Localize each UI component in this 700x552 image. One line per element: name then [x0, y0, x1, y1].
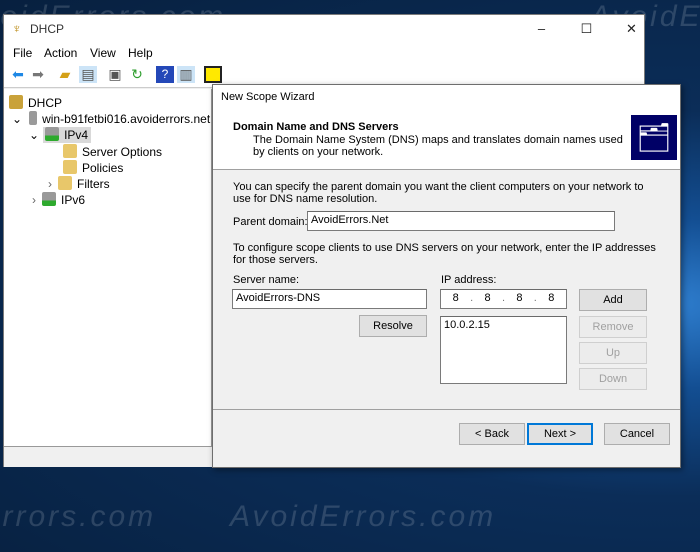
ip-address-list[interactable]: 10.0.2.15	[440, 316, 567, 384]
footer-divider	[213, 409, 680, 410]
ip-list-item[interactable]: 10.0.2.15	[444, 319, 563, 331]
up-button[interactable]: Up	[579, 342, 647, 364]
export-icon[interactable]: ▣	[106, 66, 124, 83]
tree-item-server[interactable]: ⌄ win-b91fetbi016.avoiderrors.net	[12, 111, 210, 126]
watermark: AvoidErrors.com	[230, 500, 497, 533]
dialog-title: New Scope Wizard	[221, 91, 315, 103]
dhcp-icon: ♆	[12, 21, 22, 36]
action-pane-icon[interactable]: ▥	[177, 66, 195, 83]
menu-action[interactable]: Action	[44, 46, 77, 60]
tree-item-filters[interactable]: › Filters	[48, 176, 110, 191]
chevron-down-icon[interactable]: ⌄	[12, 112, 22, 126]
wizard-header: Domain Name and DNS Servers The Domain N…	[213, 109, 680, 170]
server-icon	[29, 111, 38, 125]
menu-bar: File Action View Help	[4, 42, 644, 62]
cancel-button[interactable]: Cancel	[604, 423, 670, 445]
parent-domain-intro: You can specify the parent domain you wa…	[233, 181, 644, 205]
dhcp-icon	[9, 95, 23, 109]
forward-arrow-icon[interactable]: ➡	[29, 66, 47, 83]
menu-view[interactable]: View	[90, 46, 116, 60]
title-bar: ♆ DHCP – ☐ ✕	[4, 15, 644, 42]
parent-domain-label: Parent domain:	[233, 216, 308, 228]
watermark: AvoidErrors.com	[0, 500, 157, 533]
show-hide-tree-icon[interactable]: ▤	[79, 66, 97, 83]
minimize-button[interactable]: –	[519, 15, 564, 42]
ip-address-input[interactable]: 8. 8. 8. 8	[440, 289, 567, 309]
tree-item-ipv6[interactable]: › IPv6	[32, 192, 85, 207]
console-tree: DHCP ⌄ win-b91fetbi016.avoiderrors.net ⌄ I…	[4, 89, 212, 447]
window-title: DHCP	[30, 22, 65, 36]
remove-button[interactable]: Remove	[579, 316, 647, 338]
chevron-down-icon[interactable]: ⌄	[29, 128, 39, 142]
tree-item-ipv4[interactable]: ⌄ IPv4	[29, 127, 92, 143]
chevron-right-icon[interactable]: ›	[48, 177, 52, 191]
next-button[interactable]: Next >	[527, 423, 593, 445]
close-button[interactable]: ✕	[609, 15, 654, 42]
maximize-button[interactable]: ☐	[564, 15, 609, 42]
up-folder-icon[interactable]: ▰	[56, 66, 74, 83]
server-name-label: Server name:	[233, 274, 300, 286]
tree-item-policies[interactable]: Policies	[63, 160, 123, 175]
back-arrow-icon[interactable]: ⬅	[9, 66, 27, 83]
policies-icon	[63, 160, 77, 174]
menu-file[interactable]: File	[13, 46, 32, 60]
resolve-button[interactable]: Resolve	[359, 315, 427, 337]
add-button[interactable]: Add	[579, 289, 647, 311]
folders-icon: 🗂	[631, 115, 677, 160]
dialog-title-bar: New Scope Wizard	[213, 85, 680, 109]
wizard-subheading: The Domain Name System (DNS) maps and tr…	[253, 134, 623, 158]
monitor-icon[interactable]	[204, 66, 222, 83]
parent-domain-input[interactable]: AvoidErrors.Net	[307, 211, 615, 231]
wizard-heading: Domain Name and DNS Servers	[233, 121, 399, 133]
ipv4-icon	[45, 127, 60, 141]
status-bar	[4, 447, 212, 467]
dns-servers-intro: To configure scope clients to use DNS se…	[233, 242, 656, 266]
server-name-input[interactable]: AvoidErrors-DNS	[232, 289, 427, 309]
menu-help[interactable]: Help	[128, 46, 153, 60]
down-button[interactable]: Down	[579, 368, 647, 390]
ip-address-label: IP address:	[441, 274, 497, 286]
tree-item-dhcp[interactable]: DHCP	[9, 95, 62, 110]
ipv6-icon	[42, 192, 56, 206]
new-scope-wizard-dialog: New Scope Wizard Domain Name and DNS Ser…	[212, 84, 681, 468]
filter-icon	[58, 176, 72, 190]
folder-options-icon	[63, 144, 77, 158]
back-button[interactable]: < Back	[459, 423, 525, 445]
tree-item-server-options[interactable]: Server Options	[63, 144, 162, 159]
help-icon[interactable]: ?	[156, 66, 174, 83]
chevron-right-icon[interactable]: ›	[32, 193, 36, 207]
refresh-icon[interactable]: ↻	[128, 66, 146, 83]
